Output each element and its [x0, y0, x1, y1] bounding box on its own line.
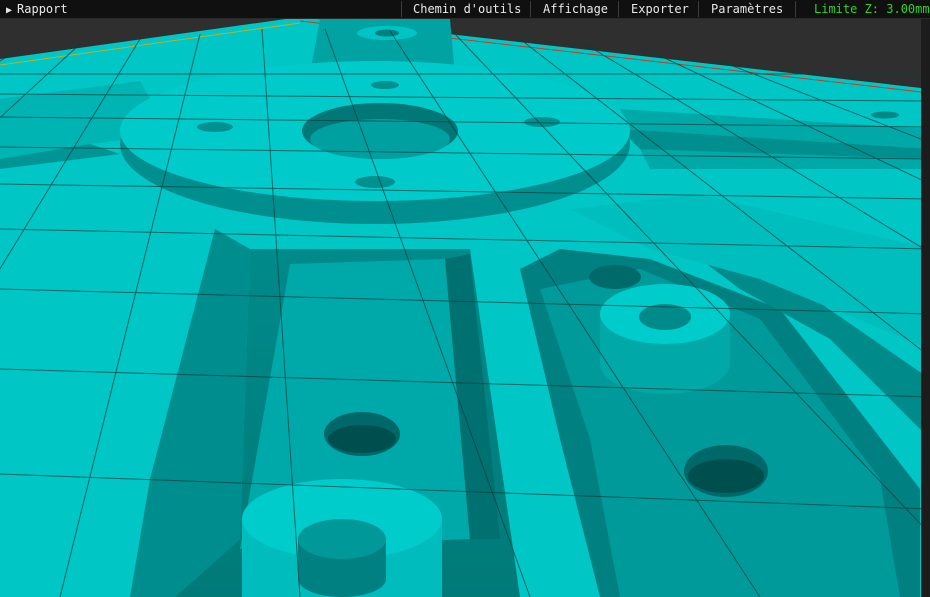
toolpath-menu[interactable]: Chemin d'outils: [413, 0, 521, 18]
menu-bar: ▶ Rapport Chemin d'outils Affichage Expor…: [0, 0, 930, 19]
menu-divider: [401, 1, 402, 17]
hole-depth: [688, 459, 764, 493]
toolpath-simulation-view: [0, 19, 930, 597]
settings-menu[interactable]: Paramètres: [711, 0, 783, 18]
menu-divider: [618, 1, 619, 17]
menu-divider: [698, 1, 699, 17]
export-menu[interactable]: Exporter: [631, 0, 689, 18]
view-menu[interactable]: Affichage: [543, 0, 608, 18]
menu-divider: [795, 1, 796, 17]
expand-arrow-icon: ▶: [6, 5, 13, 16]
menu-divider: [530, 1, 531, 17]
report-menu[interactable]: ▶ Rapport: [6, 0, 68, 18]
hole: [298, 519, 386, 559]
hole-depth: [328, 425, 396, 453]
3d-viewport[interactable]: [0, 19, 930, 597]
hole: [355, 176, 395, 188]
hole: [197, 122, 233, 132]
hole: [871, 111, 899, 119]
hole: [639, 304, 691, 330]
report-menu-label: Rapport: [17, 2, 68, 16]
hole: [375, 29, 399, 37]
z-limit-readout: Limite Z: 3.00mm: [814, 2, 930, 16]
hole: [371, 81, 399, 89]
side-panel-edge: [921, 19, 930, 597]
hole: [589, 265, 641, 289]
